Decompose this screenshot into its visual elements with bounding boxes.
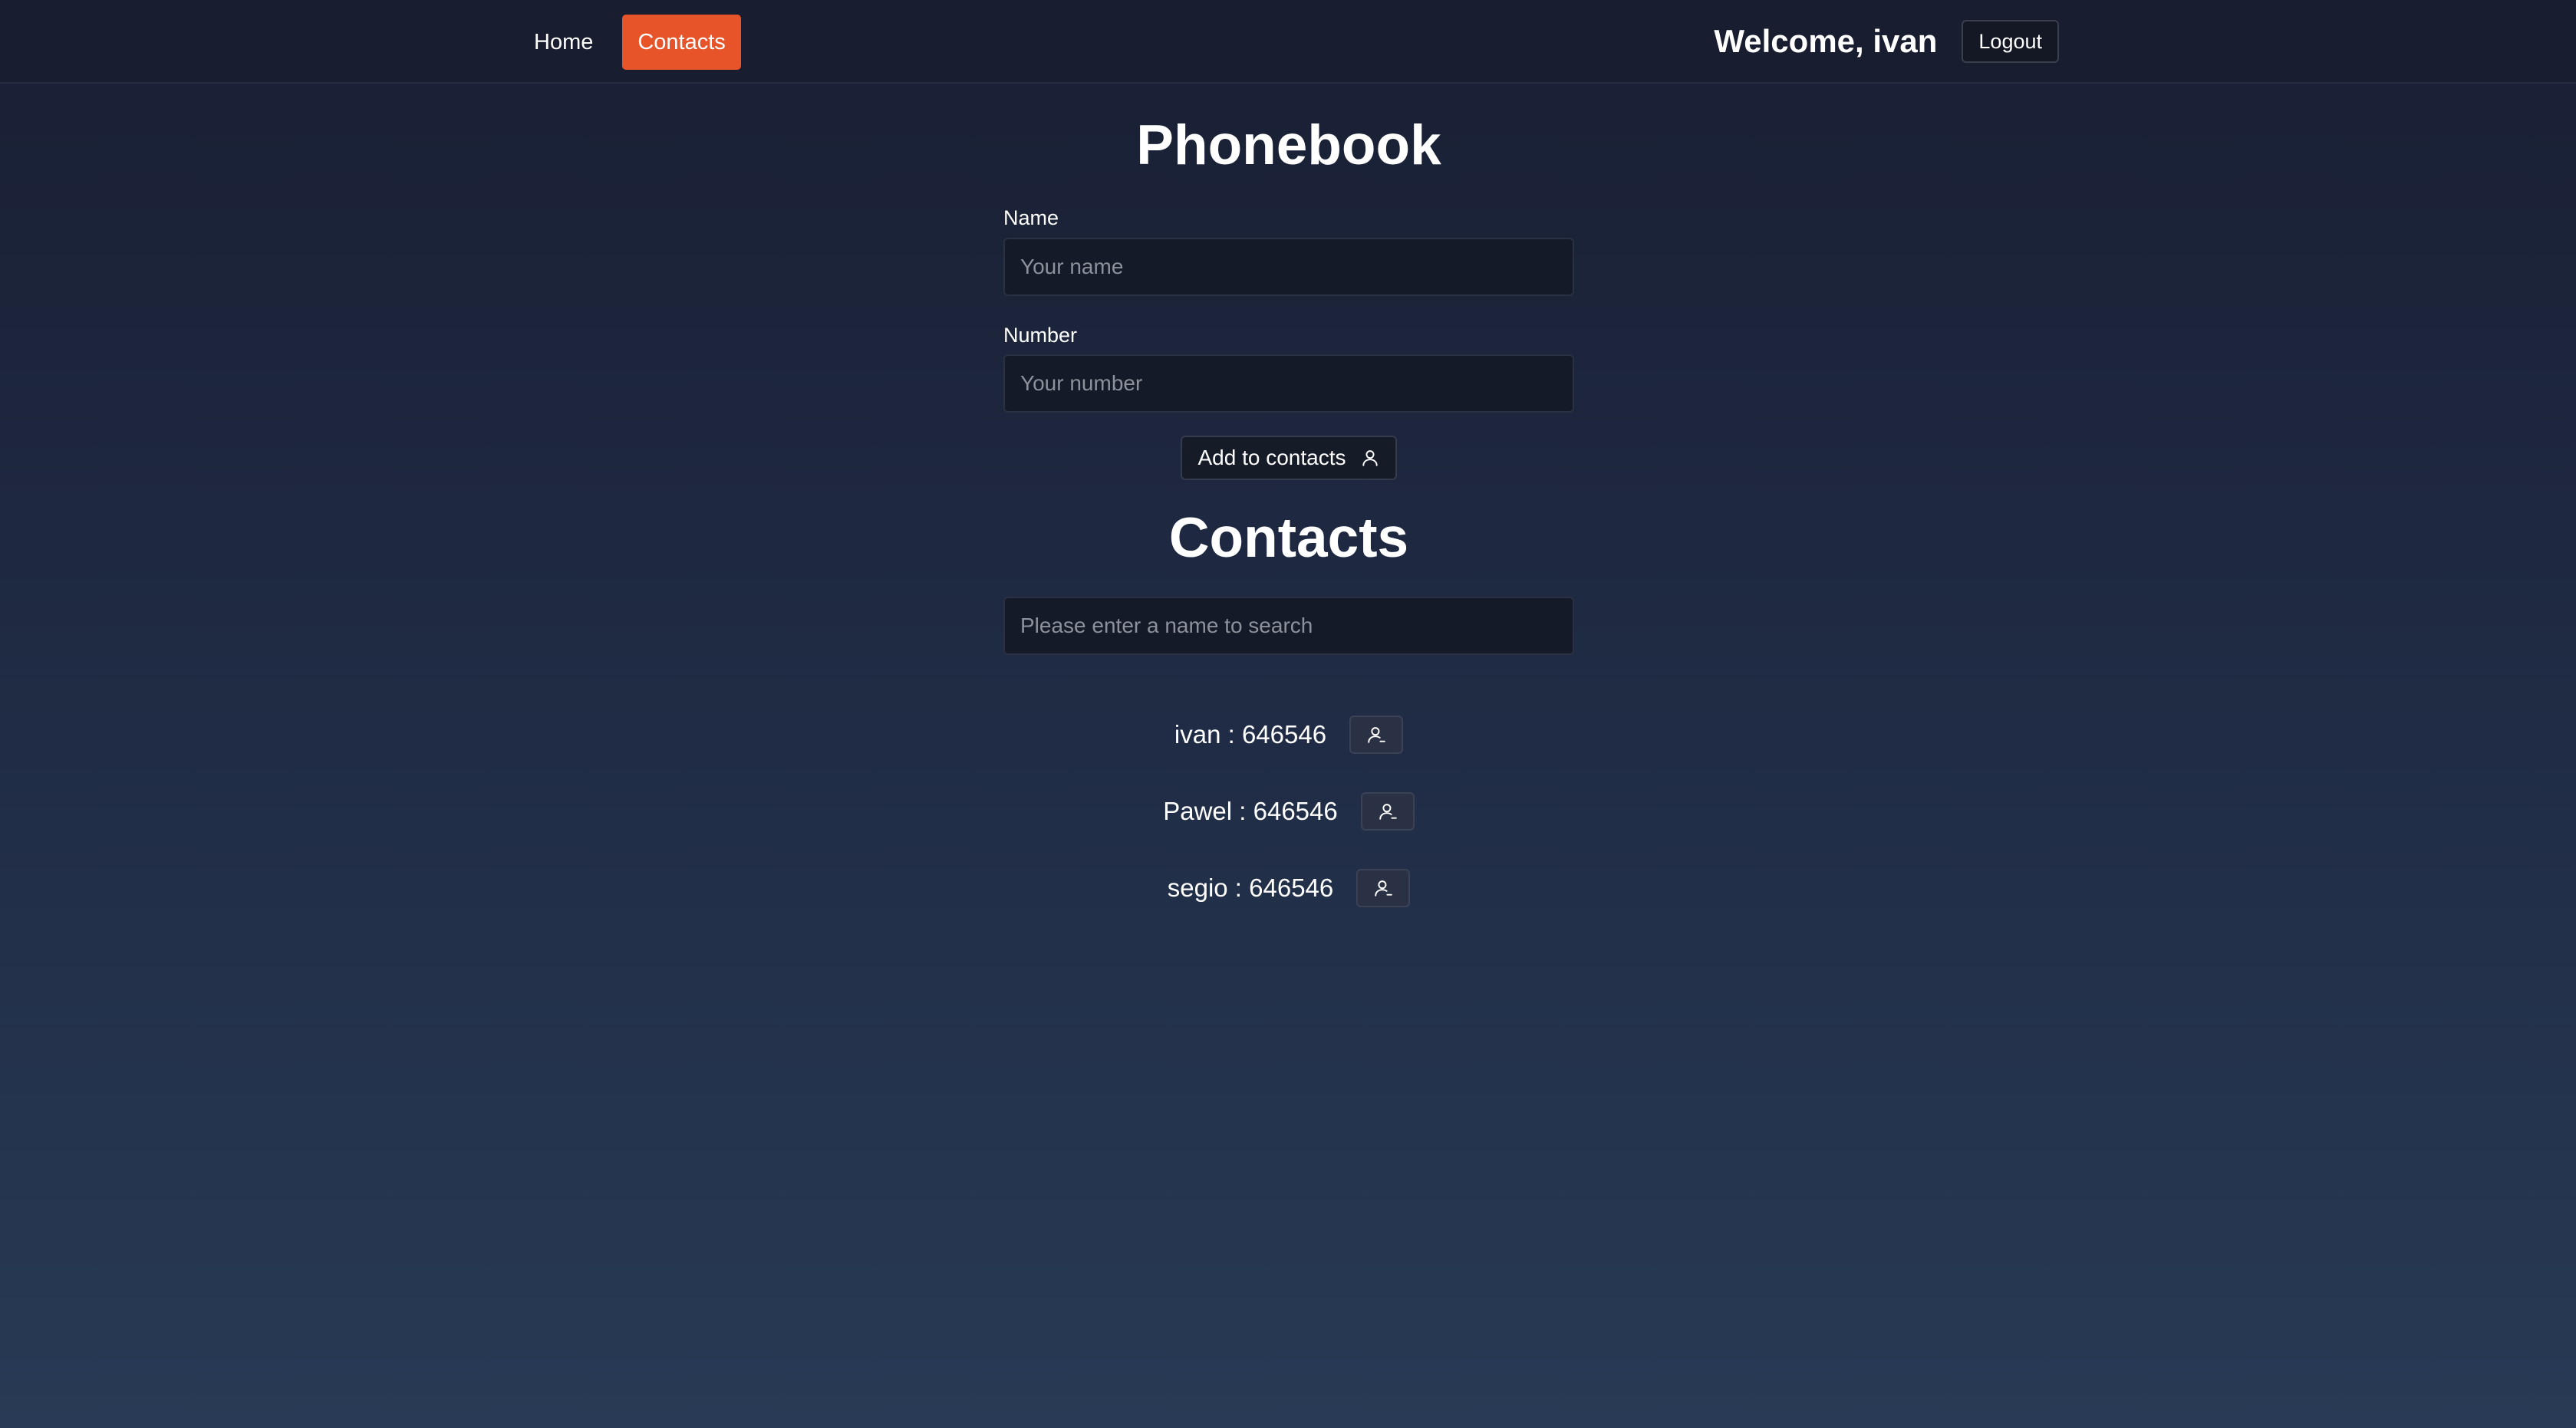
- contact-entry-text: ivan : 646546: [1174, 720, 1327, 749]
- main-nav: Home Contacts: [519, 15, 741, 70]
- contact-search-input[interactable]: [1003, 597, 1574, 656]
- delete-contact-button[interactable]: [1349, 716, 1404, 755]
- user-menu: Welcome, ivan Logout: [1714, 20, 2059, 63]
- contact-list-item: ivan : 646546: [1003, 715, 1574, 755]
- nav-link-home[interactable]: Home: [519, 15, 608, 70]
- contact-list-item: segio : 646546: [1003, 868, 1574, 908]
- add-contact-form: Name Number Add to contacts: [1003, 206, 1574, 481]
- add-to-contacts-label: Add to contacts: [1197, 446, 1346, 470]
- contact-list-item: Pawel : 646546: [1003, 791, 1574, 831]
- contact-entry-text: Pawel : 646546: [1163, 797, 1338, 826]
- name-field-label: Name: [1003, 206, 1059, 229]
- number-input[interactable]: [1003, 354, 1574, 413]
- top-navigation-bar: Home Contacts Welcome, ivan Logout: [0, 0, 2576, 84]
- number-field-label: Number: [1003, 323, 1078, 347]
- contact-entry-text: segio : 646546: [1167, 874, 1334, 903]
- user-remove-icon: [1373, 878, 1393, 898]
- contacts-title: Contacts: [1168, 507, 1409, 570]
- delete-contact-button[interactable]: [1356, 869, 1411, 908]
- logout-button[interactable]: Logout: [1962, 20, 2059, 63]
- user-remove-icon: [1366, 725, 1386, 745]
- main-content: Phonebook Name Number Add to contacts Co…: [1003, 84, 1574, 908]
- add-to-contacts-button[interactable]: Add to contacts: [1181, 436, 1397, 481]
- user-icon: [1360, 448, 1380, 468]
- nav-link-contacts[interactable]: Contacts: [622, 15, 741, 70]
- user-remove-icon: [1378, 801, 1398, 821]
- name-input[interactable]: [1003, 237, 1574, 296]
- contact-list: ivan : 646546 Pawel : 646546 segio: 646…: [1003, 715, 1574, 908]
- phonebook-title: Phonebook: [1136, 114, 1441, 176]
- delete-contact-button[interactable]: [1360, 792, 1415, 831]
- welcome-text: Welcome, ivan: [1714, 23, 1938, 59]
